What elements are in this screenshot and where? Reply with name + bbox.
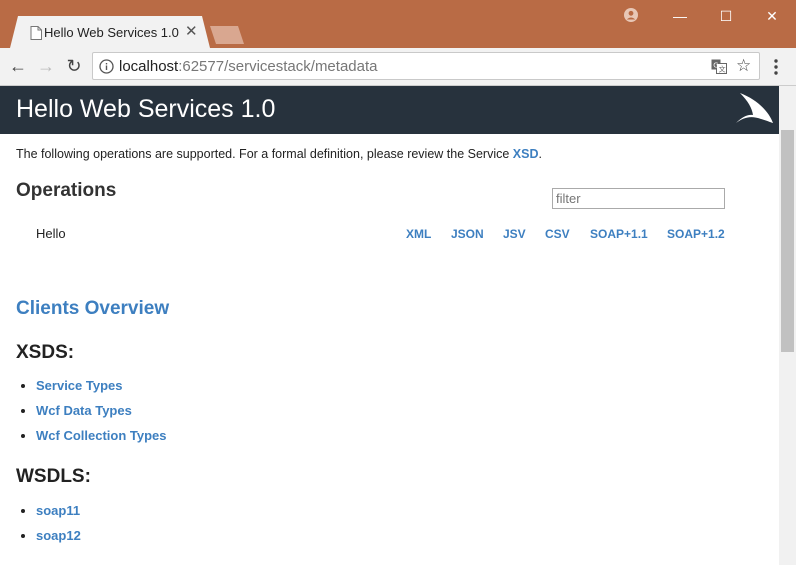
page-viewport: Hello Web Services 1.0 The following ope… (0, 86, 796, 565)
soap11-link[interactable]: soap11 (36, 503, 80, 518)
wsdls-heading: WSDLS: (16, 466, 91, 487)
intro-period: . (538, 147, 542, 161)
bookmark-star-icon[interactable]: ☆ (736, 56, 751, 76)
wcf-collection-types-link[interactable]: Wcf Collection Types (36, 428, 167, 443)
operation-row: Hello XML JSON JSV CSV SOAP+1.1 SOAP+1.2 (36, 226, 726, 244)
xsd-link[interactable]: XSD (513, 147, 539, 161)
list-item: soap11 (36, 503, 81, 528)
operations-heading: Operations (16, 180, 117, 201)
list-item: Service Types (36, 378, 167, 403)
scrollbar-thumb[interactable] (781, 130, 794, 352)
menu-dots-icon[interactable] (770, 57, 782, 77)
translate-icon[interactable]: G 文 (711, 59, 727, 74)
servicestack-logo-icon (736, 93, 773, 123)
wcf-data-types-link[interactable]: Wcf Data Types (36, 403, 132, 418)
info-icon[interactable] (99, 59, 114, 74)
address-bar[interactable]: localhost:62577/servicestack/metadata G … (92, 52, 760, 80)
xsds-list: Service Types Wcf Data Types Wcf Collect… (16, 378, 167, 453)
format-link-json[interactable]: JSON (451, 227, 484, 241)
list-item: soap12 (36, 528, 81, 553)
page-icon (30, 26, 42, 40)
format-link-csv[interactable]: CSV (545, 227, 570, 241)
format-link-jsv[interactable]: JSV (503, 227, 526, 241)
minimize-button[interactable]: — (668, 4, 692, 28)
service-types-link[interactable]: Service Types (36, 378, 122, 393)
format-link-xml[interactable]: XML (406, 227, 431, 241)
url-text: localhost:62577/servicestack/metadata (119, 58, 377, 75)
intro-sentence: The following operations are supported. … (16, 147, 513, 161)
xsds-heading: XSDS: (16, 342, 75, 363)
soap12-link[interactable]: soap12 (36, 528, 81, 543)
profile-icon[interactable] (624, 8, 638, 22)
clients-overview-link[interactable]: Clients Overview (16, 298, 169, 320)
vertical-scrollbar[interactable] (779, 86, 796, 565)
reload-icon[interactable]: ↻ (64, 56, 84, 76)
format-link-soap11[interactable]: SOAP+1.1 (590, 227, 648, 241)
wsdls-list: soap11 soap12 (16, 503, 81, 553)
tab-title: Hello Web Services 1.0 (44, 25, 179, 40)
browser-tab[interactable]: Hello Web Services 1.0 ✕ (10, 16, 210, 48)
forward-arrow-icon[interactable]: → (36, 56, 56, 76)
svg-text:文: 文 (719, 65, 726, 74)
close-window-button[interactable]: ✕ (760, 4, 784, 28)
filter-input[interactable] (552, 188, 725, 209)
operation-name: Hello (36, 226, 66, 241)
browser-titlebar: Hello Web Services 1.0 ✕ — ☐ ✕ (0, 0, 796, 48)
new-tab-button[interactable] (210, 26, 244, 44)
browser-toolbar: ← → ↻ localhost:62577/servicestack/metad… (0, 48, 796, 86)
list-item: Wcf Data Types (36, 403, 167, 428)
format-link-soap12[interactable]: SOAP+1.2 (667, 227, 725, 241)
intro-text: The following operations are supported. … (16, 147, 542, 161)
page-title: Hello Web Services 1.0 (16, 95, 276, 123)
back-arrow-icon[interactable]: ← (8, 56, 28, 76)
url-path: :62577/servicestack/metadata (178, 58, 378, 75)
maximize-button[interactable]: ☐ (714, 4, 738, 28)
page-header: Hello Web Services 1.0 (0, 86, 779, 134)
url-host: localhost (119, 58, 179, 75)
tab-close-icon[interactable]: ✕ (185, 22, 198, 40)
list-item: Wcf Collection Types (36, 428, 167, 453)
